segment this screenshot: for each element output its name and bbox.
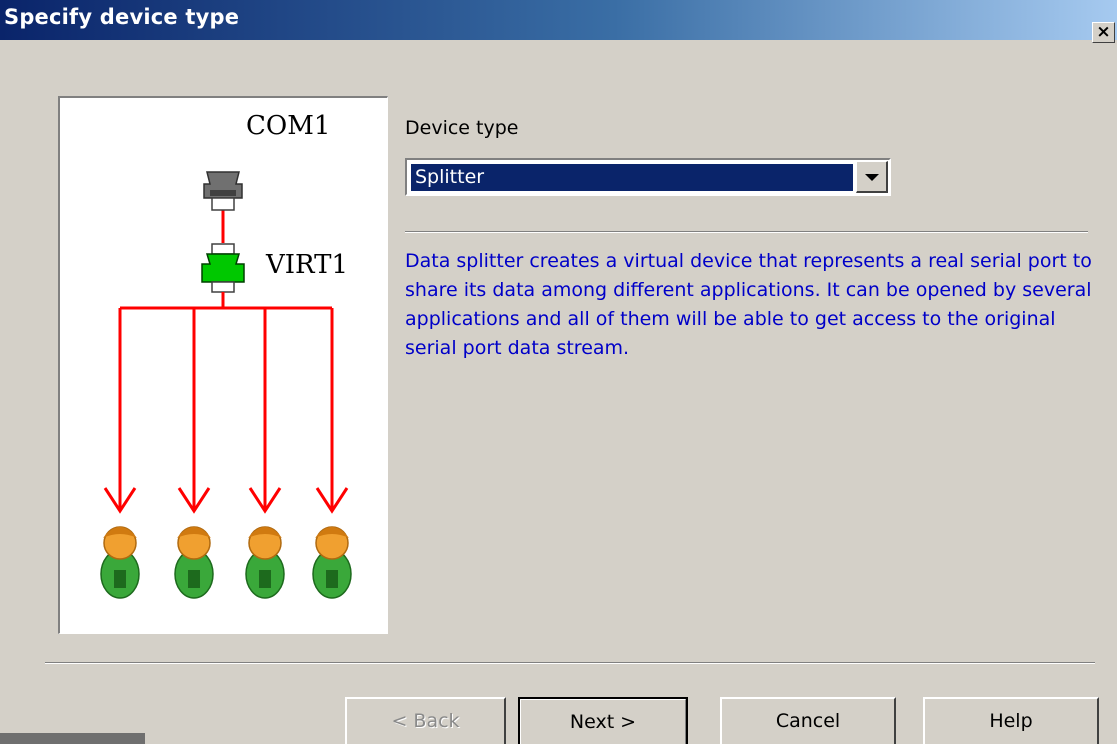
branch-arrows [103,308,349,514]
device-type-value[interactable]: Splitter [411,164,853,191]
next-button[interactable]: Next > [518,697,688,744]
window-title: Specify device type [4,5,240,29]
user-icon [245,526,285,599]
divider-bottom [45,662,1095,664]
user-icon [174,526,214,599]
serial-port-icon [203,171,243,211]
device-type-select[interactable]: Splitter [405,158,891,196]
title-bar: Specify device type [0,0,1117,40]
back-button[interactable]: < Back [345,697,506,744]
user-icon [100,526,140,599]
taskbar-fragment [0,733,145,744]
cancel-button[interactable]: Cancel [720,697,896,744]
close-button[interactable]: × [1092,22,1115,43]
virtual-port-icon [201,243,245,293]
user-icon [312,526,352,599]
device-type-label: Device type [405,117,519,139]
next-button-label: Next > [520,699,686,744]
divider-top [405,231,1088,233]
chevron-down-icon[interactable] [856,161,888,193]
device-description: Data splitter creates a virtual device t… [405,250,1092,359]
device-diagram: COM1 VIRT1 [58,96,388,634]
help-button[interactable]: Help [923,697,1099,744]
diagram-graphics [100,171,352,599]
